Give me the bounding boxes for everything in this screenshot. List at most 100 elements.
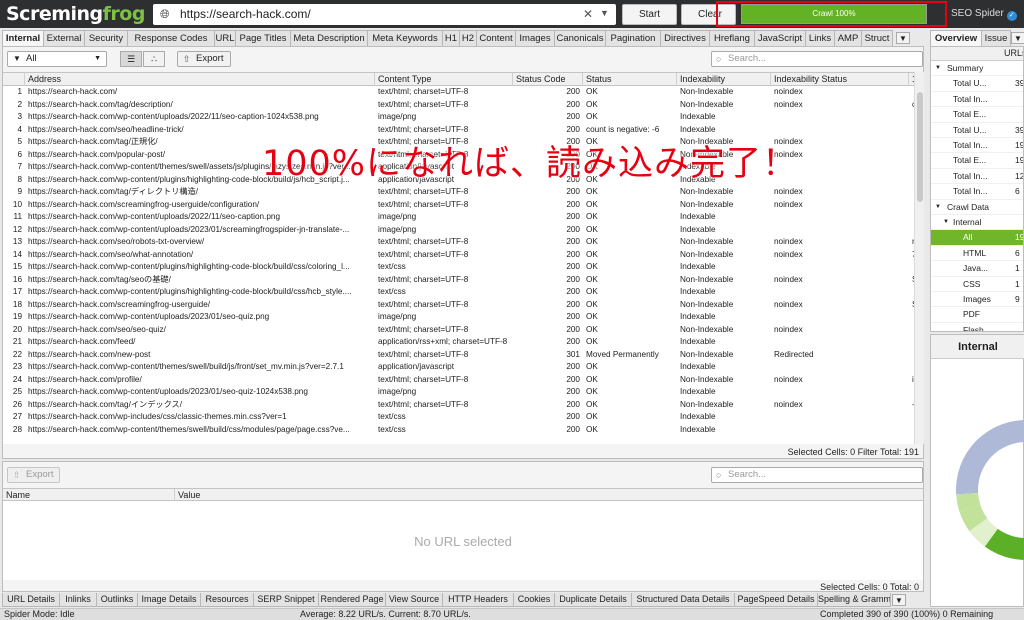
tab-h1[interactable]: H1 [442,30,460,46]
bottom-tab-structured-data-details[interactable]: Structured Data Details [631,593,735,607]
clear-url-icon[interactable]: ✕ [583,7,593,21]
tab-directives[interactable]: Directives [660,30,710,46]
search-input[interactable]: ○ Search... [711,51,923,67]
column-header-indexability-status[interactable]: Indexability Status [771,73,909,86]
table-row[interactable]: 28 https://search-hack.com/wp-content/the… [3,424,914,437]
bottom-tab-inlinks[interactable]: Inlinks [59,593,97,607]
tab-page-titles[interactable]: Page Titles [235,30,291,46]
right-tab-overview[interactable]: Overview [930,30,982,46]
details-export-button[interactable]: ⇧ Export [7,467,60,483]
bottom-tabs-overflow-chevron-icon[interactable]: ▼ [892,594,906,606]
tab-security[interactable]: Security [84,30,128,46]
overview-tree-item[interactable]: Total In... 12 [931,169,1023,185]
tab-meta-keywords[interactable]: Meta Keywords [367,30,443,46]
right-tabs-overflow-chevron-icon[interactable]: ▼ [1011,32,1024,44]
tab-struct[interactable]: Struct [861,30,893,46]
table-row[interactable]: 18 https://search-hack.com/screamingfrog-… [3,299,914,312]
overview-tree-item[interactable]: Java... 1 [931,261,1023,277]
tabs-overflow-chevron-icon[interactable]: ▼ [896,32,910,44]
table-row[interactable]: 24 https://search-hack.com/profile/text/h… [3,374,914,387]
tab-meta-description[interactable]: Meta Description [290,30,368,46]
tab-canonicals[interactable]: Canonicals [554,30,606,46]
expand-toggle-icon[interactable]: ▼ [943,215,949,230]
expand-toggle-icon[interactable]: ▼ [935,200,941,215]
bottom-tab-rendered-page[interactable]: Rendered Page [318,593,386,607]
filter-select[interactable]: ▼ All ▼ [7,51,107,67]
overview-tree-item[interactable]: Flash [931,323,1023,331]
tab-h2[interactable]: H2 [459,30,477,46]
column-header-status[interactable]: Status [583,73,677,86]
overview-tree-item[interactable]: HTML 6 [931,246,1023,262]
column-header-indexability[interactable]: Indexability [677,73,771,86]
tab-pagination[interactable]: Pagination [605,30,661,46]
table-row[interactable]: 20 https://search-hack.com/seo/seo-quiz/t… [3,324,914,337]
tab-external[interactable]: External [43,30,85,46]
overview-tree-item[interactable]: ▼ Summary [931,61,1023,77]
expand-toggle-icon[interactable]: ▼ [935,61,941,76]
bottom-tab-cookies[interactable]: Cookies [513,593,555,607]
table-row[interactable]: 19 https://search-hack.com/wp-content/upl… [3,311,914,324]
tab-content[interactable]: Content [476,30,516,46]
start-button[interactable]: Start [622,4,677,25]
overview-tree-item[interactable]: Total In... 19 [931,138,1023,154]
overview-tree-item[interactable]: ▼ Crawl Data [931,200,1023,215]
table-row[interactable]: 16 https://search-hack.com/tag/seoの基礎/tex… [3,274,914,287]
table-row[interactable]: 26 https://search-hack.com/tag/インデックス/tex… [3,399,914,412]
bottom-tab-url-details[interactable]: URL Details [2,593,60,607]
vertical-scrollbar[interactable] [914,72,924,444]
tab-images[interactable]: Images [515,30,555,46]
table-row[interactable]: 11 https://search-hack.com/wp-content/upl… [3,211,914,224]
url-history-dropdown-icon[interactable]: ▼ [600,8,609,18]
overview-tree-item[interactable]: Total U... 39 [931,123,1023,138]
bottom-tab-spelling-gramm[interactable]: Spelling & Gramm [817,593,891,607]
column-header-content-type[interactable]: Content Type [375,73,513,86]
tree-view-button[interactable]: ∴ [143,51,165,67]
table-row[interactable]: 25 https://search-hack.com/wp-content/upl… [3,386,914,399]
right-tab-issue[interactable]: Issue [981,30,1011,46]
tab-response-codes[interactable]: Response Codes [127,30,215,46]
bottom-tab-http-headers[interactable]: HTTP Headers [442,593,514,607]
url-input[interactable]: 🌐︎ https://search-hack.com/ ✕ ▼ [153,4,616,25]
overview-tree-item[interactable]: ▼ Internal [931,215,1023,231]
table-row[interactable]: 17 https://search-hack.com/wp-content/plu… [3,286,914,299]
table-row[interactable]: 22 https://search-hack.com/new-post text/h… [3,349,914,362]
column-header-address[interactable]: Address [25,73,375,86]
overview-tree-item[interactable]: Total E... [931,107,1023,123]
list-view-button[interactable]: ☰ [120,51,142,67]
overview-tree-item[interactable]: Images 9 [931,292,1023,308]
table-row[interactable]: 23 https://search-hack.com/wp-content/the… [3,361,914,374]
table-row[interactable]: 13 https://search-hack.com/seo/robots-txt… [3,236,914,249]
tab-internal[interactable]: Internal [2,30,44,46]
overview-tree-item[interactable]: CSS 1 [931,277,1023,292]
table-row[interactable]: 14 https://search-hack.com/seo/what-annot… [3,249,914,262]
overview-tree-item[interactable]: All 19 [931,230,1023,246]
table-row[interactable]: 12 https://search-hack.com/wp-content/upl… [3,224,914,237]
bottom-tab-duplicate-details[interactable]: Duplicate Details [554,593,632,607]
table-row[interactable]: 4 https://search-hack.com/seo/headline-tr… [3,124,914,137]
table-row[interactable]: 27 https://search-hack.com/wp-includes/cs… [3,411,914,424]
bottom-tab-image-details[interactable]: Image Details [137,593,201,607]
table-row[interactable]: 1 https://search-hack.com/text/html; char… [3,86,914,99]
overview-tree-item[interactable]: Total In... 6 [931,184,1023,200]
bottom-tab-pagespeed-details[interactable]: PageSpeed Details [734,593,818,607]
bottom-tab-resources[interactable]: Resources [200,593,254,607]
overview-tree-item[interactable]: Total E... 19 [931,153,1023,169]
table-row[interactable]: 2 https://search-hack.com/tag/description… [3,99,914,112]
scroll-thumb[interactable] [917,92,923,202]
table-row[interactable]: 3 https://search-hack.com/wp-content/uplo… [3,111,914,124]
tab-amp[interactable]: AMP [834,30,862,46]
overview-tree-item[interactable]: Total U... 39 [931,76,1023,92]
tab-url[interactable]: URL [214,30,236,46]
table-row[interactable]: 10 https://search-hack.com/screamingfrog-… [3,199,914,212]
bottom-tab-serp-snippet[interactable]: SERP Snippet [253,593,319,607]
details-search-input[interactable]: ○ Search... [711,467,923,483]
bottom-tab-view-source[interactable]: View Source [385,593,443,607]
column-header-index[interactable] [3,73,25,86]
export-button[interactable]: ⇧ Export [177,51,231,67]
overview-tree-item[interactable]: Total In... [931,92,1023,108]
column-header-status-code[interactable]: Status Code [513,73,583,86]
bottom-tab-outlinks[interactable]: Outlinks [96,593,138,607]
overview-tree-item[interactable]: PDF [931,307,1023,323]
table-row[interactable]: 21 https://search-hack.com/feed/applicati… [3,336,914,349]
tab-hreflang[interactable]: Hreflang [709,30,755,46]
